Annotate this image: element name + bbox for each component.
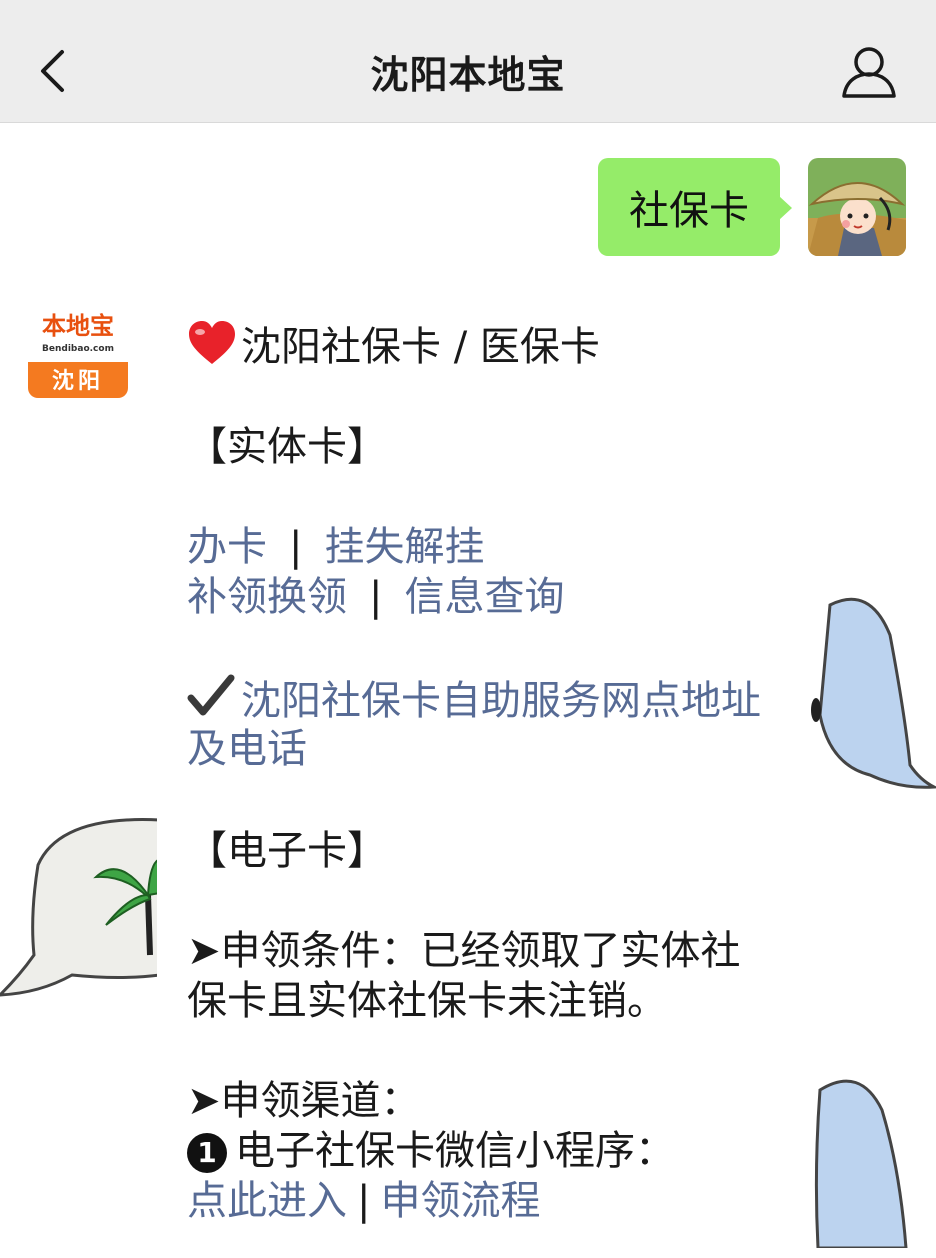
logo-city-text: 沈阳 bbox=[52, 369, 104, 394]
apply-channel-title: ➤申领渠道： bbox=[187, 1078, 421, 1124]
heart-icon bbox=[189, 321, 235, 364]
separator: | bbox=[289, 524, 303, 570]
sent-message-bubble[interactable]: 社保卡 bbox=[598, 158, 792, 256]
channel-1-text: 电子社保卡微信小程序： bbox=[235, 1128, 675, 1174]
page-title: 沈阳本地宝 bbox=[370, 53, 566, 97]
link-enter-miniprogram[interactable]: 点此进入 bbox=[187, 1178, 347, 1224]
speech-bubble-doodle bbox=[811, 597, 936, 789]
channel-links-line: 点此进入 | 申领流程 bbox=[187, 1176, 540, 1226]
separator: | bbox=[369, 574, 383, 620]
apply-condition-line2: 保卡且实体社保卡未注销。 bbox=[187, 978, 667, 1024]
logo-domain-text: Bendibao.com bbox=[42, 344, 114, 354]
link-self-service-outlets[interactable]: 沈阳社保卡自助服务网点地址 bbox=[241, 678, 761, 724]
sent-message-text: 社保卡 bbox=[629, 188, 749, 234]
link-reissue[interactable]: 补领换领 bbox=[187, 574, 347, 620]
user-avatar[interactable] bbox=[808, 158, 906, 256]
avatar-illustration bbox=[808, 158, 906, 256]
link-apply-process[interactable]: 申领流程 bbox=[380, 1178, 540, 1224]
section-physical-card: 【实体卡】 bbox=[187, 424, 387, 470]
logo-brand-text: 本地宝 bbox=[42, 312, 114, 340]
nav-bar: 沈阳本地宝 bbox=[0, 0, 936, 123]
link-self-service-outlets-cont[interactable]: 及电话 bbox=[187, 724, 307, 774]
reply-heading-line: 沈阳社保卡 / 医保卡 bbox=[187, 320, 600, 372]
number-one-badge: 1 bbox=[187, 1133, 227, 1173]
person-icon[interactable] bbox=[838, 44, 900, 100]
apply-condition-line1: ➤申领条件：已经领取了实体社 bbox=[187, 928, 741, 974]
self-service-link-line: 沈阳社保卡自助服务网点地址 bbox=[187, 674, 761, 726]
link-info-query[interactable]: 信息查询 bbox=[404, 574, 564, 620]
reply-heading: 沈阳社保卡 / 医保卡 bbox=[241, 324, 600, 370]
pipe-separator: | bbox=[357, 1178, 371, 1224]
checkmark-icon bbox=[187, 674, 235, 716]
bot-reply-message: 沈阳社保卡 / 医保卡 【实体卡】 办卡 | 挂失解挂 补领换领 | 信息查询 沈阳社保… bbox=[157, 298, 810, 1258]
section-electronic-card: 【电子卡】 bbox=[187, 828, 387, 874]
link-row-2: 补领换领 | 信息查询 bbox=[187, 572, 564, 622]
bendibao-logo-avatar[interactable]: 本地宝 Bendibao.com 沈阳 bbox=[28, 298, 128, 398]
link-row-1: 办卡 | 挂失解挂 bbox=[187, 522, 484, 572]
speech-bubble-doodle-2 bbox=[814, 1079, 908, 1248]
channel-1-line: 1 电子社保卡微信小程序： bbox=[187, 1126, 675, 1176]
link-report-loss[interactable]: 挂失解挂 bbox=[324, 524, 484, 570]
palm-tree-bubble-doodle bbox=[0, 818, 160, 997]
link-apply-card[interactable]: 办卡 bbox=[187, 524, 267, 570]
bendibao-logo: 本地宝 Bendibao.com 沈阳 bbox=[28, 298, 128, 398]
